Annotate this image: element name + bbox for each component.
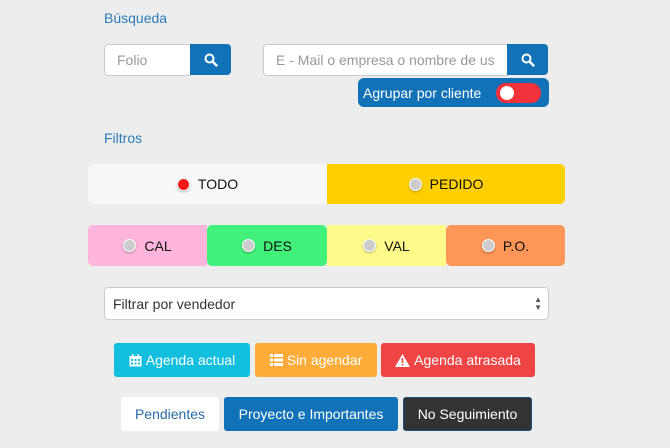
- calendar-icon: [129, 353, 142, 366]
- folio-input[interactable]: Folio: [104, 44, 191, 76]
- filter-val[interactable]: VAL: [327, 225, 446, 266]
- vendor-select[interactable]: Filtrar por vendedor ▲ ▼: [104, 287, 549, 320]
- group-by-client-label: Agrupar por cliente: [363, 84, 482, 101]
- filter-label: TODO: [197, 176, 239, 192]
- sin-agendar-button[interactable]: Sin agendar: [255, 343, 377, 377]
- filter-label: P.O.: [502, 237, 530, 254]
- radio-icon: [363, 239, 377, 252]
- list-icon: [269, 354, 283, 366]
- button-label: Agenda actual: [145, 352, 236, 368]
- radio-icon: [123, 239, 137, 252]
- proyecto-importantes-button[interactable]: Proyecto e Importantes: [224, 397, 398, 431]
- filter-label: CAL: [144, 237, 172, 254]
- folio-search-button[interactable]: [190, 44, 231, 75]
- filter-po[interactable]: P.O.: [446, 225, 565, 266]
- filter-label: VAL: [384, 237, 410, 254]
- pendientes-button[interactable]: Pendientes: [121, 397, 219, 431]
- select-arrows-icon: ▲ ▼: [534, 295, 542, 312]
- warning-icon: [395, 353, 411, 367]
- radio-selected-icon: [176, 177, 190, 191]
- agenda-atrasada-button[interactable]: Agenda atrasada: [381, 343, 535, 377]
- filter-label: DES: [263, 237, 292, 254]
- search-icon: [204, 53, 218, 67]
- radio-icon: [408, 177, 422, 191]
- button-label: Agenda atrasada: [414, 352, 521, 368]
- filter-label: PEDIDO: [429, 176, 484, 192]
- filters-heading: Filtros: [104, 130, 143, 146]
- button-label: Sin agendar: [286, 352, 363, 368]
- email-search-button[interactable]: [507, 44, 548, 75]
- filter-cal[interactable]: CAL: [88, 225, 207, 266]
- no-seguimiento-button[interactable]: No Seguimiento: [403, 397, 532, 431]
- email-company-input[interactable]: E - Mail o empresa o nombre de us: [263, 44, 508, 76]
- filter-pedido[interactable]: PEDIDO: [327, 164, 565, 204]
- group-by-client-toggle[interactable]: [496, 83, 541, 103]
- radio-icon: [481, 239, 495, 252]
- search-icon: [521, 53, 535, 67]
- radio-icon: [242, 239, 256, 252]
- agenda-actual-button[interactable]: Agenda actual: [114, 343, 250, 377]
- group-by-client: Agrupar por cliente: [358, 78, 549, 107]
- vendor-select-value: Filtrar por vendedor: [113, 295, 236, 312]
- filter-des[interactable]: DES: [207, 225, 327, 266]
- filter-todo[interactable]: TODO: [88, 164, 327, 204]
- search-heading: Búsqueda: [104, 10, 168, 26]
